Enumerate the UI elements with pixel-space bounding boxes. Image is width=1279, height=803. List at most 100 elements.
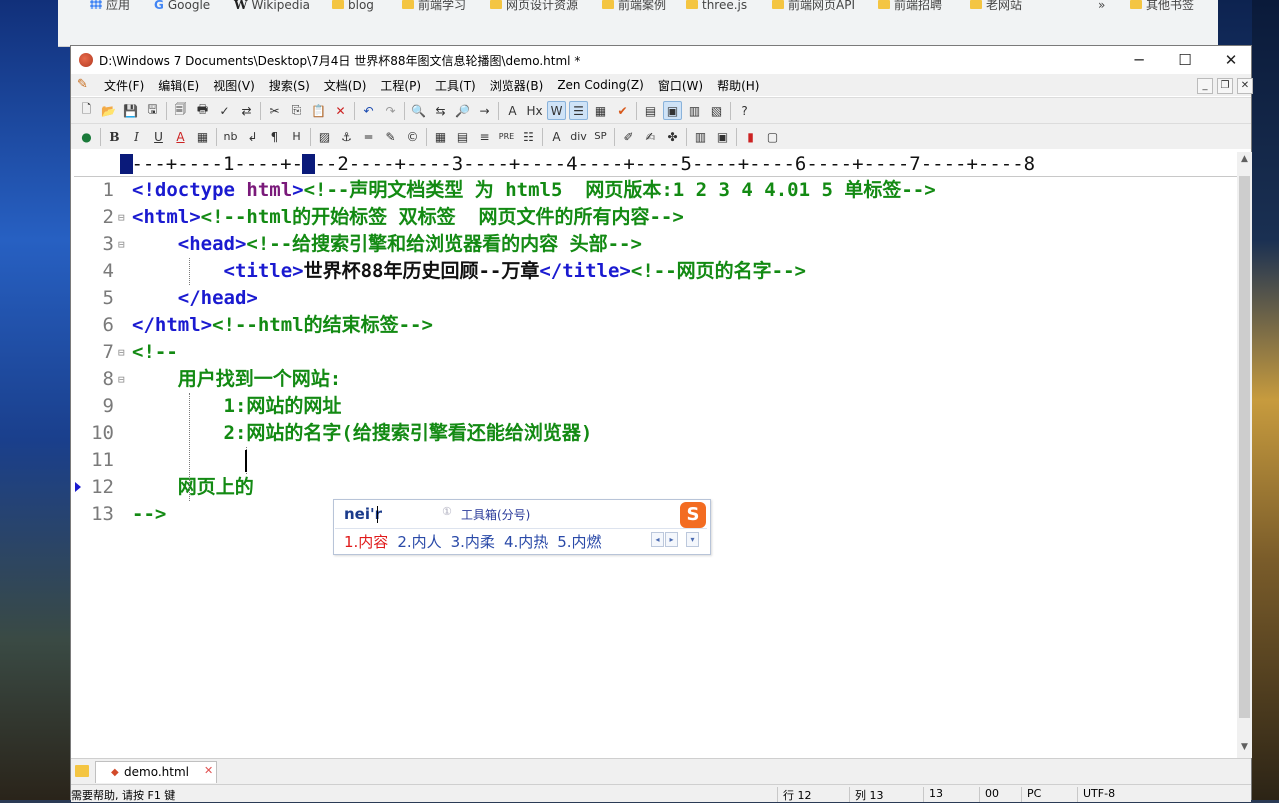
frame-icon[interactable]: ▥ xyxy=(691,127,710,146)
bookmark-item[interactable]: three.js xyxy=(686,0,747,14)
fold-toggle-icon[interactable]: ⊟ xyxy=(118,231,125,258)
cut-icon[interactable]: ✂ xyxy=(265,101,284,120)
help-pointer-icon[interactable]: ? xyxy=(735,101,754,120)
folder-icon[interactable] xyxy=(75,765,89,777)
fold-toggle-icon[interactable]: ⊟ xyxy=(118,204,125,231)
tab-close-icon[interactable]: ✕ xyxy=(204,764,213,777)
menu-item[interactable]: 视图(V) xyxy=(206,77,262,94)
word-wrap-icon[interactable]: W xyxy=(547,101,566,120)
menu-item[interactable]: 搜索(S) xyxy=(262,77,317,94)
bookmark-item[interactable]: 前端案例 xyxy=(602,0,666,14)
code-line[interactable]: 10 2:网站的名字(给搜索引擎看还能给浏览器) xyxy=(74,420,1234,447)
mdi-minimize-icon[interactable]: _ xyxy=(1197,78,1213,94)
directory-icon[interactable]: ▥ xyxy=(685,101,704,120)
pre-icon[interactable]: PRE xyxy=(497,127,516,146)
code-line[interactable]: 7 ⊟ <!-- xyxy=(74,339,1234,366)
paste-icon[interactable]: 📋 xyxy=(309,101,328,120)
open-file-icon[interactable]: 📂 xyxy=(99,101,118,120)
clip-text-icon[interactable]: ▣ xyxy=(663,101,682,120)
save-all-icon[interactable]: 🖫 xyxy=(143,101,162,120)
code-line[interactable]: 4 <title>世界杯88年历史回顾--万章</title><!--网页的名字… xyxy=(74,258,1234,285)
layout-icon[interactable]: ▣ xyxy=(713,127,732,146)
bookmark-item[interactable]: 前端网页API xyxy=(772,0,855,14)
bookmark-item[interactable]: 网页设计资源 xyxy=(490,0,578,14)
tab-demo-html[interactable]: ◆ demo.html ✕ xyxy=(95,761,217,783)
goto-line-icon[interactable]: → xyxy=(475,101,494,120)
menu-item[interactable]: 工具(T) xyxy=(428,77,483,94)
code-editor[interactable]: 1 <!doctype html><!--声明文档类型 为 html5 网页版本:… xyxy=(74,177,1237,757)
copy-icon[interactable]: ⎘ xyxy=(287,101,306,120)
font-size-icon[interactable]: A xyxy=(503,101,522,120)
underline-icon[interactable]: U xyxy=(149,127,168,146)
replace-icon[interactable]: ⇆ xyxy=(431,101,450,120)
output-icon[interactable]: ▧ xyxy=(707,101,726,120)
bold-icon[interactable]: B xyxy=(105,127,124,146)
bookmark-item[interactable]: 老网站 xyxy=(970,0,1022,14)
code-line[interactable]: 8 ⊟ 用户找到一个网站: xyxy=(74,366,1234,393)
span-icon[interactable]: SP xyxy=(591,127,610,146)
spellcheck-icon[interactable]: ✓ xyxy=(215,101,234,120)
ime-more-icon[interactable]: ▾ xyxy=(686,532,699,547)
close-button[interactable]: ✕ xyxy=(1208,46,1254,74)
ime-candidate[interactable]: 3.内柔 xyxy=(451,531,495,552)
column-mode-icon[interactable]: ▦ xyxy=(591,101,610,120)
code-line[interactable]: 11 xyxy=(74,447,1234,474)
edit-tag-icon[interactable]: ✐ xyxy=(619,127,638,146)
font-tag-icon[interactable]: A xyxy=(547,127,566,146)
bookmark-item[interactable]: G Google xyxy=(154,0,210,14)
bookmark-item[interactable]: 前端学习 xyxy=(402,0,466,14)
ime-candidate[interactable]: 1.内容 xyxy=(344,531,388,552)
chart-icon[interactable]: ▮ xyxy=(741,127,760,146)
color-picker-icon[interactable]: ▦ xyxy=(193,127,212,146)
code-line[interactable]: 6 </html><!--html的结束标签--> xyxy=(74,312,1234,339)
maximize-button[interactable]: ☐ xyxy=(1162,46,1208,74)
menu-item[interactable]: 浏览器(B) xyxy=(483,77,551,94)
hex-mode-icon[interactable]: Hx xyxy=(525,101,544,120)
indent-guides-icon[interactable]: ☰ xyxy=(569,101,588,120)
div-icon[interactable]: div xyxy=(569,127,588,146)
code-line[interactable]: 5 </head> xyxy=(74,285,1234,312)
italic-icon[interactable]: I xyxy=(127,127,146,146)
horizontal-rule-icon[interactable]: ═ xyxy=(359,127,378,146)
window-icon[interactable]: ▢ xyxy=(763,127,782,146)
save-icon[interactable]: 💾 xyxy=(121,101,140,120)
ruler-caret-marker[interactable] xyxy=(302,154,315,174)
browser-globe-icon[interactable]: ● xyxy=(77,127,96,146)
bookmarks-overflow-button[interactable]: » xyxy=(1098,0,1105,14)
check-icon[interactable]: ✔ xyxy=(613,101,632,120)
menu-item[interactable]: 文档(D) xyxy=(317,77,374,94)
copyright-icon[interactable]: © xyxy=(403,127,422,146)
new-file-icon[interactable]: 🗋 xyxy=(77,101,96,120)
vertical-scrollbar[interactable]: ▲ ▼ xyxy=(1237,152,1252,758)
minimize-button[interactable]: ─ xyxy=(1116,46,1162,74)
tools-icon[interactable]: ✤ xyxy=(663,127,682,146)
line-break-icon[interactable]: ↲ xyxy=(243,127,262,146)
delete-icon[interactable]: ✕ xyxy=(331,101,350,120)
fold-toggle-icon[interactable]: ⊟ xyxy=(118,339,125,366)
code-line[interactable]: 3 ⊟ <head><!--给搜索引擎和给浏览器看的内容 头部--> xyxy=(74,231,1234,258)
code-line[interactable]: 9 1:网站的网址 xyxy=(74,393,1234,420)
fold-toggle-icon[interactable]: ⊟ xyxy=(118,366,125,393)
find-in-files-icon[interactable]: 🔎 xyxy=(453,101,472,120)
ime-next-page-icon[interactable]: ▸ xyxy=(665,532,678,547)
ime-prev-page-icon[interactable]: ◂ xyxy=(651,532,664,547)
heading-icon[interactable]: H xyxy=(287,127,306,146)
document-list-icon[interactable]: ▤ xyxy=(641,101,660,120)
menu-item[interactable]: 文件(F) xyxy=(97,77,151,94)
menu-item[interactable]: 编辑(E) xyxy=(151,77,206,94)
anchor-icon[interactable]: ⚓ xyxy=(337,127,356,146)
ruler-left-marker[interactable] xyxy=(120,154,133,174)
scrollbar-thumb[interactable] xyxy=(1239,176,1250,718)
find-icon[interactable]: 🔍 xyxy=(409,101,428,120)
code-line[interactable]: 2 ⊟ <html><!--html的开始标签 双标签 网页文件的所有内容--> xyxy=(74,204,1234,231)
compare-icon[interactable]: ⇄ xyxy=(237,101,256,120)
code-line[interactable]: 1 <!doctype html><!--声明文档类型 为 html5 网页版本:… xyxy=(74,177,1234,204)
menu-item[interactable]: Zen Coding(Z) xyxy=(550,78,651,92)
table-icon[interactable]: ▦ xyxy=(431,127,450,146)
menu-item[interactable]: 窗口(W) xyxy=(651,77,710,94)
scroll-down-icon[interactable]: ▼ xyxy=(1237,742,1252,752)
font-color-icon[interactable]: A xyxy=(171,127,190,146)
menu-item[interactable]: 帮助(H) xyxy=(710,77,766,94)
image-icon[interactable]: ▨ xyxy=(315,127,334,146)
comment-icon[interactable]: ✍ xyxy=(641,127,660,146)
